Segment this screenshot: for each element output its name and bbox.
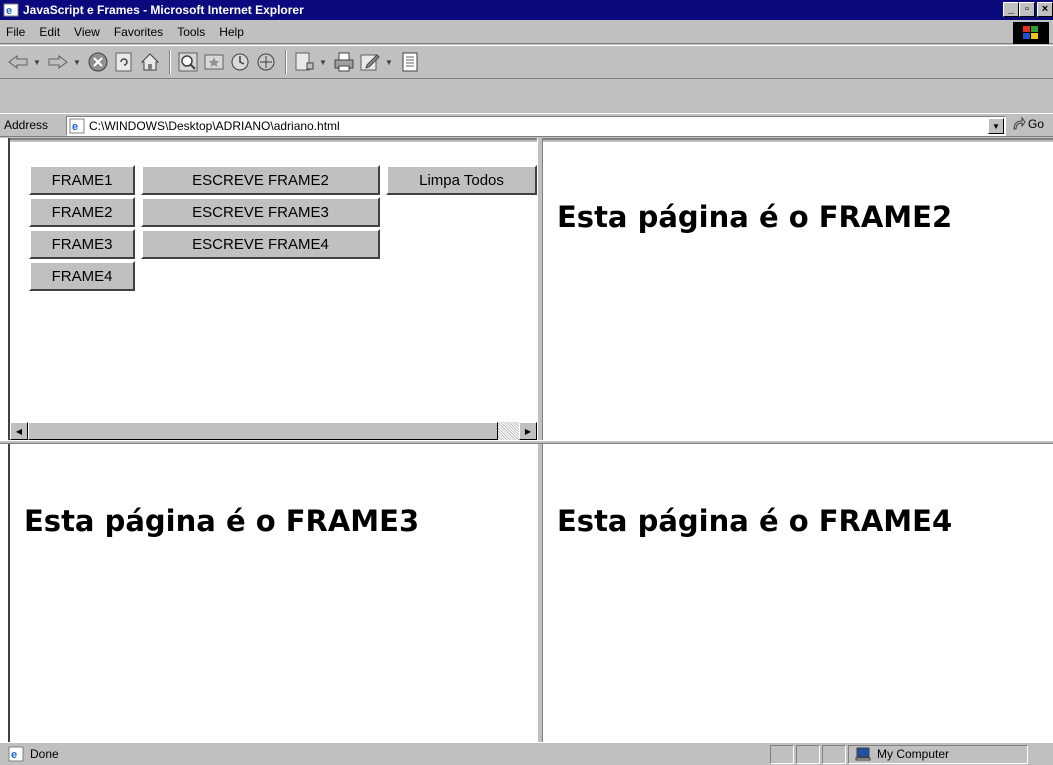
address-input[interactable]: e C:\WINDOWS\Desktop\ADRIANO\adriano.htm…	[66, 116, 1006, 136]
maximize-button[interactable]: ▫	[1019, 2, 1035, 17]
search-icon[interactable]	[176, 50, 200, 74]
mail-dropdown-icon[interactable]: ▼	[318, 50, 328, 74]
svg-text:e: e	[6, 5, 12, 17]
favorites-icon[interactable]	[202, 50, 226, 74]
clear-all-button[interactable]: Limpa Todos	[386, 165, 537, 195]
frame1: FRAME1 FRAME2 FRAME3 FRAME4 ESCREVE FRAM…	[10, 142, 537, 440]
ie-app-icon: e	[3, 2, 19, 18]
svg-text:e: e	[11, 749, 17, 761]
toolbar-separator	[169, 50, 171, 74]
frame3-heading: Esta página é o FRAME3	[24, 504, 420, 538]
security-zone: My Computer	[848, 744, 1028, 764]
menu-favorites[interactable]: Favorites	[114, 25, 163, 39]
forward-dropdown-icon[interactable]: ▼	[72, 50, 82, 74]
menu-bar: File Edit View Favorites Tools Help	[0, 20, 1053, 44]
frame3: Esta página é o FRAME3	[10, 444, 537, 742]
frame4-heading: Esta página é o FRAME4	[557, 504, 953, 538]
menu-help[interactable]: Help	[219, 25, 244, 39]
menu-file[interactable]: File	[6, 25, 25, 39]
refresh-icon[interactable]	[112, 50, 136, 74]
frame2-heading: Esta página é o FRAME2	[557, 200, 953, 234]
scroll-thumb[interactable]	[28, 422, 498, 440]
discuss-icon[interactable]	[398, 50, 422, 74]
back-icon[interactable]	[6, 50, 30, 74]
window-title: JavaScript e Frames - Microsoft Internet…	[23, 3, 304, 17]
address-value: C:\WINDOWS\Desktop\ADRIANO\adriano.html	[89, 119, 340, 133]
scroll-right-icon[interactable]: ▶	[519, 422, 537, 440]
frame2-button[interactable]: FRAME2	[29, 197, 135, 227]
go-button[interactable]: Go	[1012, 117, 1044, 131]
print-icon[interactable]	[332, 50, 356, 74]
menu-view[interactable]: View	[74, 25, 100, 39]
my-computer-icon	[855, 747, 871, 761]
status-text: Done	[30, 747, 59, 761]
title-bar[interactable]: e JavaScript e Frames - Microsoft Intern…	[0, 0, 1053, 20]
stop-icon[interactable]	[86, 50, 110, 74]
frame4-button[interactable]: FRAME4	[29, 261, 135, 291]
write-frame2-button[interactable]: ESCREVE FRAME2	[141, 165, 380, 195]
status-bar: e Done My Computer	[0, 742, 1053, 765]
edit-icon[interactable]	[358, 50, 382, 74]
go-arrow-icon	[1013, 117, 1026, 130]
mail-icon[interactable]	[292, 50, 316, 74]
ie-page-icon: e	[8, 746, 24, 762]
edit-dropdown-icon[interactable]: ▼	[384, 50, 394, 74]
home-icon[interactable]	[138, 50, 162, 74]
frameset: FRAME1 FRAME2 FRAME3 FRAME4 ESCREVE FRAM…	[0, 138, 1053, 742]
status-panel	[796, 744, 820, 764]
frame3-button[interactable]: FRAME3	[29, 229, 135, 259]
frame1-horizontal-scrollbar[interactable]: ◀ ▶	[10, 422, 537, 440]
write-frame4-button[interactable]: ESCREVE FRAME4	[141, 229, 380, 259]
svg-text:e: e	[72, 121, 78, 133]
menu-edit[interactable]: Edit	[39, 25, 60, 39]
forward-icon[interactable]	[46, 50, 70, 74]
status-panel	[822, 744, 846, 764]
page-icon: e	[69, 118, 85, 134]
back-dropdown-icon[interactable]: ▼	[32, 50, 42, 74]
windows-logo-icon	[1013, 22, 1049, 44]
go-label: Go	[1028, 117, 1045, 131]
menu-tools[interactable]: Tools	[177, 25, 205, 39]
history-icon[interactable]	[228, 50, 252, 74]
frame4: Esta página é o FRAME4	[543, 444, 1053, 742]
status-panel	[770, 744, 794, 764]
zone-text: My Computer	[877, 747, 950, 761]
minimize-button[interactable]: _	[1003, 2, 1019, 17]
address-dropdown-icon[interactable]: ▼	[988, 118, 1004, 134]
frame2: Esta página é o FRAME2	[543, 142, 1053, 440]
toolbar-separator	[285, 50, 287, 74]
close-button[interactable]: ×	[1037, 2, 1053, 17]
address-bar: Address e C:\WINDOWS\Desktop\ADRIANO\adr…	[0, 113, 1053, 137]
status-done: e Done	[0, 746, 770, 762]
toolbar: ▼ ▼ ▼ ▼	[0, 45, 1053, 79]
scroll-left-icon[interactable]: ◀	[10, 422, 28, 440]
write-frame3-button[interactable]: ESCREVE FRAME3	[141, 197, 380, 227]
address-label: Address	[4, 118, 49, 132]
frame1-button[interactable]: FRAME1	[29, 165, 135, 195]
channels-icon[interactable]	[254, 50, 278, 74]
